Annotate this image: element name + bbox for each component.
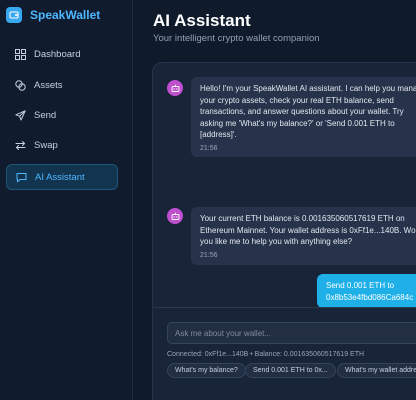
message-time: 21:56 bbox=[200, 251, 218, 259]
connection-status: Connected: 0xFf1e...140B • Balance: 0.00… bbox=[167, 351, 365, 358]
sidebar-item-label: AI Assistant bbox=[35, 171, 85, 183]
sidebar-item-label: Assets bbox=[34, 79, 63, 91]
assistant-message: Hello! I'm your SpeakWallet AI assistant… bbox=[191, 77, 416, 157]
user-message: Send 0.001 ETH to 0x8b53e4fbd086Ca684c bbox=[317, 274, 416, 308]
suggestion-chip[interactable]: Send 0.001 ETH to 0x... bbox=[245, 363, 336, 378]
sidebar-item-label: Send bbox=[34, 109, 57, 121]
sidebar: SpeakWallet Dashboard Assets Send Swap A… bbox=[0, 0, 133, 400]
send-icon bbox=[14, 109, 26, 121]
sidebar-item-ai-assistant[interactable]: AI Assistant bbox=[6, 164, 118, 190]
coins-icon bbox=[14, 79, 26, 91]
brand[interactable]: SpeakWallet bbox=[6, 6, 100, 24]
swap-icon bbox=[14, 139, 26, 151]
wallet-logo-icon bbox=[6, 7, 22, 23]
grid-icon bbox=[14, 48, 26, 60]
message-line: Send 0.001 ETH to bbox=[326, 281, 395, 290]
chat-icon bbox=[15, 171, 27, 183]
sidebar-item-swap[interactable]: Swap bbox=[6, 132, 118, 158]
sidebar-item-label: Dashboard bbox=[34, 48, 81, 60]
brand-name: SpeakWallet bbox=[30, 8, 101, 22]
sidebar-item-dashboard[interactable]: Dashboard bbox=[6, 41, 118, 67]
page-title: AI Assistant bbox=[153, 11, 251, 30]
message-line: asking me 'What's my balance?' or 'Send … bbox=[200, 118, 395, 128]
message-line: 0x8b53e4fbd086Ca684c bbox=[326, 292, 414, 302]
message-line: your crypto assets, check your real ETH … bbox=[200, 95, 394, 105]
suggestion-chip[interactable]: What's my balance? bbox=[167, 363, 246, 378]
message-line: Your current ETH balance is 0.0016350605… bbox=[200, 214, 405, 223]
assistant-message: Your current ETH balance is 0.0016350605… bbox=[191, 207, 416, 265]
sidebar-item-label: Swap bbox=[34, 139, 58, 151]
sidebar-item-send[interactable]: Send bbox=[6, 102, 118, 128]
bot-avatar-icon bbox=[167, 80, 183, 96]
suggestion-chip[interactable]: What's my wallet address? bbox=[337, 363, 416, 378]
chat-composer: Connected: 0xFf1e...140B • Balance: 0.00… bbox=[153, 307, 416, 400]
message-line: transactions, and answer questions about… bbox=[200, 107, 404, 116]
message-line: you like me to help you with anything el… bbox=[200, 237, 353, 246]
bot-avatar-icon bbox=[167, 208, 183, 224]
message-line: Ethereum Mainnet. Your wallet address is… bbox=[200, 225, 416, 235]
message-line: Hello! I'm your SpeakWallet AI assistant… bbox=[200, 84, 416, 93]
app-window: SpeakWallet Dashboard Assets Send Swap A… bbox=[0, 0, 416, 400]
sidebar-item-assets[interactable]: Assets bbox=[6, 72, 118, 98]
message-time: 21:56 bbox=[200, 144, 218, 152]
chat-panel: Hello! I'm your SpeakWallet AI assistant… bbox=[152, 62, 416, 400]
message-line: [address]'. bbox=[200, 130, 237, 139]
page-subtitle: Your intelligent crypto wallet companion bbox=[153, 33, 320, 44]
chat-input[interactable] bbox=[167, 322, 416, 344]
